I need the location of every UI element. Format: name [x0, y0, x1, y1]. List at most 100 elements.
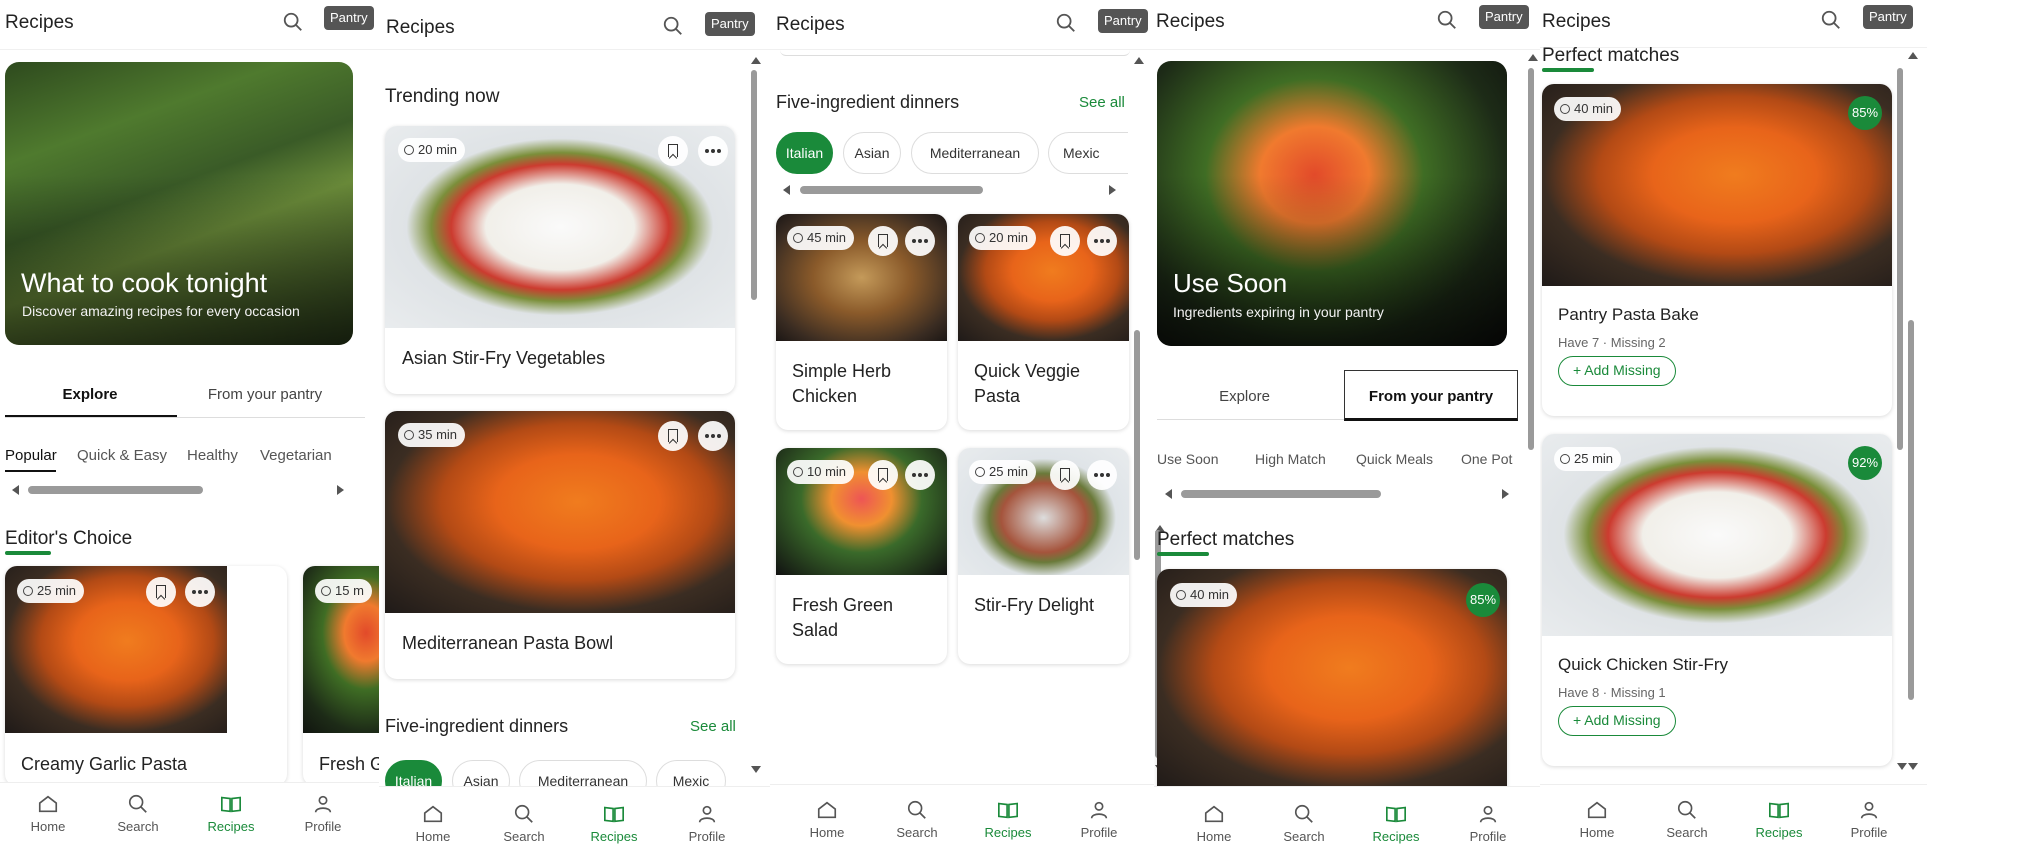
- search-icon[interactable]: [1820, 9, 1842, 31]
- hero-banner[interactable]: Use Soon Ingredients expiring in your pa…: [1157, 61, 1507, 346]
- scroll-down-arrow[interactable]: [1908, 763, 1918, 770]
- horizontal-scrollbar[interactable]: [1181, 490, 1381, 498]
- add-missing-button[interactable]: + Add Missing: [1558, 706, 1676, 736]
- horizontal-scrollbar[interactable]: [28, 486, 203, 494]
- chip-one-pot[interactable]: One Pot: [1461, 451, 1512, 467]
- scroll-right-arrow[interactable]: [337, 485, 344, 495]
- bookmark-button[interactable]: [1050, 226, 1080, 256]
- add-missing-button[interactable]: + Add Missing: [1558, 356, 1676, 386]
- search-icon[interactable]: [282, 11, 304, 33]
- vertical-scrollbar[interactable]: [751, 70, 757, 300]
- nav-profile[interactable]: Profile: [1064, 799, 1134, 840]
- tab-from-pantry[interactable]: From your pantry: [1344, 388, 1518, 405]
- search-icon[interactable]: [1055, 12, 1077, 34]
- nav-search[interactable]: Search: [103, 793, 173, 834]
- scroll-left-arrow[interactable]: [783, 185, 790, 195]
- pantry-button[interactable]: Pantry: [1863, 5, 1913, 29]
- pantry-button[interactable]: Pantry: [324, 6, 374, 30]
- bookmark-button[interactable]: [658, 136, 688, 166]
- horizontal-scrollbar[interactable]: [800, 186, 983, 194]
- nav-home[interactable]: Home: [792, 799, 862, 840]
- nav-home[interactable]: Home: [13, 793, 83, 834]
- chip-asian[interactable]: Asian: [843, 132, 901, 174]
- more-button[interactable]: [905, 226, 935, 256]
- see-all-link[interactable]: See all: [690, 718, 736, 735]
- search-icon[interactable]: [1436, 9, 1458, 31]
- recipe-card[interactable]: 35 min Mediterranean Pasta Bowl: [385, 411, 735, 679]
- nav-search[interactable]: Search: [882, 799, 952, 840]
- scroll-right-arrow[interactable]: [1502, 489, 1509, 499]
- scroll-left-arrow[interactable]: [12, 485, 19, 495]
- more-button[interactable]: [905, 460, 935, 490]
- vertical-scrollbar[interactable]: [1134, 330, 1140, 560]
- nav-recipes[interactable]: Recipes: [1361, 803, 1431, 844]
- scroll-up-arrow[interactable]: [1908, 52, 1918, 59]
- bookmark-button[interactable]: [868, 226, 898, 256]
- pantry-button[interactable]: Pantry: [1098, 9, 1148, 33]
- nav-home[interactable]: Home: [398, 803, 468, 844]
- recipe-card[interactable]: 25 min Stir-Fry Delight: [958, 448, 1129, 664]
- scroll-right-arrow[interactable]: [1109, 185, 1116, 195]
- scroll-up-arrow[interactable]: [1134, 57, 1144, 64]
- more-button[interactable]: [698, 136, 728, 166]
- more-button[interactable]: [1087, 460, 1117, 490]
- tab-explore[interactable]: Explore: [1157, 388, 1332, 405]
- pantry-button[interactable]: Pantry: [705, 12, 755, 36]
- chip-mediterranean[interactable]: Mediterranean: [911, 132, 1039, 174]
- bookmark-button[interactable]: [146, 577, 176, 607]
- chip-high-match[interactable]: High Match: [1255, 451, 1326, 467]
- nav-search[interactable]: Search: [1269, 803, 1339, 844]
- recipe-card[interactable]: 20 min Asian Stir-Fry Vegetables: [385, 126, 735, 394]
- nav-profile[interactable]: Profile: [1453, 803, 1523, 844]
- tab-explore[interactable]: Explore: [5, 386, 175, 403]
- chip-healthy[interactable]: Healthy: [187, 447, 238, 464]
- bookmark-button[interactable]: [658, 421, 688, 451]
- scroll-up-arrow[interactable]: [751, 57, 761, 64]
- pantry-button[interactable]: Pantry: [1479, 5, 1529, 29]
- outer-scroll-down-arrow[interactable]: [1897, 763, 1907, 770]
- scroll-left-arrow[interactable]: [1165, 489, 1172, 499]
- nav-search[interactable]: Search: [489, 803, 559, 844]
- recipe-card[interactable]: 25 min 92% Quick Chicken Stir-Fry Have 8…: [1542, 434, 1892, 766]
- chip-use-soon[interactable]: Use Soon: [1157, 451, 1218, 467]
- nav-recipes[interactable]: Recipes: [1744, 799, 1814, 840]
- outer-scrollbar[interactable]: [1897, 68, 1903, 450]
- chip-quick-meals[interactable]: Quick Meals: [1356, 451, 1433, 467]
- chip-vegetarian[interactable]: Vegetarian: [260, 447, 332, 464]
- chip-mexican[interactable]: Mexic: [1048, 132, 1128, 174]
- chip-quick-easy[interactable]: Quick & Easy: [77, 447, 167, 464]
- nav-search[interactable]: Search: [1652, 799, 1722, 840]
- vertical-scrollbar[interactable]: [1528, 68, 1534, 450]
- scroll-down-arrow[interactable]: [751, 766, 761, 773]
- tab-from-pantry[interactable]: From your pantry: [180, 386, 350, 403]
- hero-banner[interactable]: What to cook tonight Discover amazing re…: [5, 62, 353, 345]
- nav-profile[interactable]: Profile: [288, 793, 358, 834]
- nav-home[interactable]: Home: [1179, 803, 1249, 844]
- recipe-card[interactable]: 45 min Simple Herb Chicken: [776, 214, 947, 430]
- recipe-card[interactable]: 25 min Creamy Garlic Pasta: [5, 566, 287, 786]
- recipe-card[interactable]: 40 min 85%: [1157, 569, 1507, 789]
- scroll-up-arrow[interactable]: [1528, 54, 1538, 61]
- recipe-card[interactable]: 40 min 85% Pantry Pasta Bake Have 7 · Mi…: [1542, 84, 1892, 416]
- search-icon[interactable]: [662, 15, 684, 37]
- vertical-scrollbar[interactable]: [1908, 320, 1914, 700]
- recipe-card[interactable]: 15 m Fresh G: [303, 566, 379, 786]
- nav-recipes[interactable]: Recipes: [196, 793, 266, 834]
- chip-popular[interactable]: Popular: [5, 447, 57, 464]
- nav-profile[interactable]: Profile: [672, 803, 742, 844]
- see-all-link[interactable]: See all: [1079, 94, 1125, 111]
- pantry-meta: Have 8 · Missing 1: [1558, 685, 1666, 700]
- more-button[interactable]: [185, 577, 215, 607]
- nav-recipes[interactable]: Recipes: [579, 803, 649, 844]
- home-icon: [1204, 805, 1224, 823]
- nav-home[interactable]: Home: [1562, 799, 1632, 840]
- bookmark-button[interactable]: [868, 460, 898, 490]
- chip-italian[interactable]: Italian: [776, 132, 833, 174]
- more-button[interactable]: [1087, 226, 1117, 256]
- nav-recipes[interactable]: Recipes: [973, 799, 1043, 840]
- more-button[interactable]: [698, 421, 728, 451]
- nav-profile[interactable]: Profile: [1834, 799, 1904, 840]
- recipe-card[interactable]: 20 min Quick Veggie Pasta: [958, 214, 1129, 430]
- bookmark-button[interactable]: [1050, 460, 1080, 490]
- recipe-card[interactable]: 10 min Fresh Green Salad: [776, 448, 947, 664]
